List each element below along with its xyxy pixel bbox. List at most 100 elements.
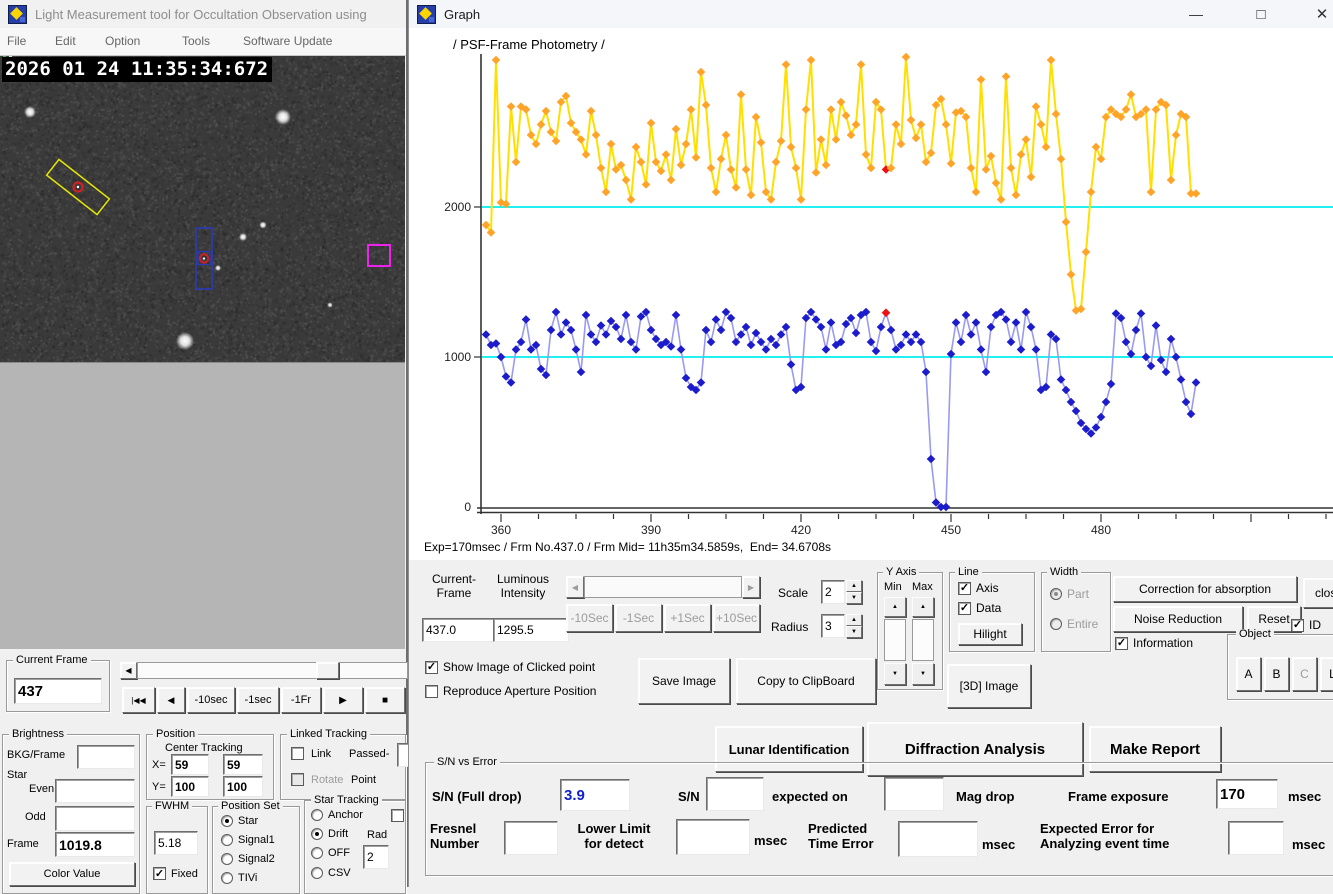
- axis-checkbox[interactable]: ✓: [958, 582, 971, 595]
- scale-up-spinner[interactable]: ▲: [846, 580, 862, 592]
- data-point: [1187, 410, 1196, 419]
- sn-full-drop-input[interactable]: 3.9: [560, 779, 630, 811]
- tracking-radius-input[interactable]: 2: [363, 845, 389, 869]
- ymax-down-spinner[interactable]: ▼: [912, 663, 934, 685]
- menu-item-software-update[interactable]: Software Update: [243, 34, 332, 48]
- x-center-input[interactable]: 59: [171, 754, 209, 775]
- correction-absorption-button[interactable]: Correction for absorption: [1113, 576, 1297, 602]
- frame-brightness-input[interactable]: 1019.8: [55, 832, 135, 857]
- ymin-down-spinner[interactable]: ▼: [884, 663, 906, 685]
- current-frame-input[interactable]: 437: [14, 678, 102, 704]
- graph-scroll-right-button[interactable]: ▶: [742, 576, 760, 598]
- minus-1frame-button[interactable]: -1Fr: [281, 687, 321, 713]
- radio-off[interactable]: [311, 847, 323, 859]
- y-tick-label: 1000: [444, 350, 471, 364]
- noise-reduction-button[interactable]: Noise Reduction: [1113, 606, 1243, 632]
- expected-error-input[interactable]: [1228, 821, 1284, 855]
- play-button[interactable]: ▶: [323, 687, 363, 713]
- fresnel-input[interactable]: [504, 821, 558, 855]
- minus-10sec-button[interactable]: -10sec: [187, 687, 235, 713]
- frame-scrollbar[interactable]: ◀: [120, 662, 408, 679]
- data-point: [1052, 110, 1061, 119]
- bkg-frame-input[interactable]: [77, 745, 135, 769]
- step-back-button[interactable]: ◀: [157, 687, 185, 713]
- copy-clipboard-button[interactable]: Copy to ClipBoard: [736, 658, 876, 704]
- graph-scrollbar-track[interactable]: [584, 576, 742, 598]
- expected-on-input[interactable]: [884, 777, 944, 811]
- plus-1sec-graph-button[interactable]: +1Sec: [664, 604, 711, 632]
- rotate-checkbox[interactable]: [291, 773, 304, 786]
- menu-item-file[interactable]: File: [7, 34, 26, 48]
- scale-input[interactable]: 2: [821, 580, 845, 604]
- part-radio[interactable]: [1050, 588, 1062, 600]
- menu-item-edit[interactable]: Edit: [55, 34, 76, 48]
- scrollbar-left-button[interactable]: ◀: [120, 662, 137, 679]
- skip-start-button[interactable]: |◀◀: [122, 687, 155, 713]
- radius-down-spinner[interactable]: ▼: [846, 626, 862, 638]
- radio-drift[interactable]: [311, 828, 323, 840]
- graph-current-frame-input[interactable]: 437.0: [422, 618, 496, 642]
- id-checkbox[interactable]: ✓: [1291, 619, 1304, 632]
- object-b-button[interactable]: B: [1264, 657, 1289, 691]
- fwhm-input[interactable]: 5.18: [154, 831, 198, 855]
- minimize-button[interactable]: —: [1181, 4, 1211, 24]
- reproduce-aperture-checkbox[interactable]: [425, 685, 438, 698]
- object-c-button[interactable]: C: [1292, 657, 1317, 691]
- star-even-input[interactable]: [55, 779, 135, 803]
- hilight-button[interactable]: Hilight: [958, 623, 1022, 645]
- frame-exposure-input[interactable]: 170: [1216, 779, 1278, 809]
- radio-csv[interactable]: [311, 867, 323, 879]
- fixed-checkbox[interactable]: ✓: [153, 867, 166, 880]
- luminous-intensity-input[interactable]: 1295.5: [493, 618, 569, 642]
- main-titlebar[interactable]: Light Measurement tool for Occultation O…: [0, 0, 406, 28]
- scale-down-spinner[interactable]: ▼: [846, 592, 862, 604]
- star-odd-input[interactable]: [55, 806, 135, 831]
- plus-10sec-graph-button[interactable]: +10Sec: [713, 604, 760, 632]
- sn-input[interactable]: [706, 777, 764, 811]
- data-point: [1067, 398, 1076, 407]
- frame-scrollbar-track[interactable]: [137, 662, 408, 679]
- stop-button[interactable]: ■: [365, 687, 405, 713]
- radio-signal1[interactable]: [221, 834, 233, 846]
- data-point: [912, 134, 921, 143]
- sn-full-drop-label: S/N (Full drop): [432, 789, 522, 804]
- radio-tivi[interactable]: [221, 872, 233, 884]
- frame-scrollbar-thumb[interactable]: [316, 662, 339, 679]
- show-image-checkbox[interactable]: ✓: [425, 661, 438, 674]
- save-image-button[interactable]: Save Image: [638, 658, 730, 704]
- photometry-plot[interactable]: 0 1000 2000 360 390 420 450 480: [409, 28, 1333, 536]
- object-l-button[interactable]: L: [1320, 657, 1333, 691]
- predicted-input[interactable]: [898, 821, 978, 857]
- entire-radio[interactable]: [1050, 618, 1062, 630]
- y-center-input[interactable]: 100: [171, 776, 209, 797]
- anchor-extra-checkbox[interactable]: [391, 809, 404, 822]
- ymax-up-spinner[interactable]: ▲: [912, 597, 934, 617]
- radius-input[interactable]: 3: [821, 614, 845, 638]
- minus-10sec-graph-button[interactable]: -10Sec: [566, 604, 613, 632]
- radio-star[interactable]: [221, 815, 233, 827]
- maximize-button[interactable]: □: [1246, 4, 1276, 24]
- link-checkbox[interactable]: [291, 747, 304, 760]
- y-tracking-input[interactable]: 100: [223, 776, 263, 797]
- minus-1sec-button[interactable]: -1sec: [237, 687, 279, 713]
- graph-scroll-left-button[interactable]: ◀: [566, 576, 584, 598]
- menu-item-option[interactable]: Option: [105, 34, 140, 48]
- background-aperture[interactable]: [368, 245, 390, 266]
- 3d-image-button[interactable]: [3D] Image: [947, 664, 1031, 708]
- graph-scrollbar[interactable]: ◀ ▶: [566, 576, 760, 598]
- ymin-up-spinner[interactable]: ▲: [884, 597, 906, 617]
- information-checkbox[interactable]: ✓: [1115, 637, 1128, 650]
- minus-1sec-graph-button[interactable]: -1Sec: [615, 604, 662, 632]
- video-frame[interactable]: 2026 01 24 11:35:34:672: [0, 56, 405, 362]
- x-tracking-input[interactable]: 59: [223, 754, 263, 775]
- object-a-button[interactable]: A: [1236, 657, 1261, 691]
- menu-item-tools[interactable]: Tools: [182, 34, 210, 48]
- lower-limit-input[interactable]: [676, 819, 750, 855]
- radius-up-spinner[interactable]: ▲: [846, 614, 862, 626]
- color-value-button[interactable]: Color Value: [9, 862, 135, 886]
- close-button[interactable]: close: [1303, 578, 1333, 608]
- radio-anchor[interactable]: [311, 809, 323, 821]
- close-window-button[interactable]: ✕: [1307, 4, 1333, 24]
- data-checkbox[interactable]: ✓: [958, 602, 971, 615]
- radio-signal2[interactable]: [221, 853, 233, 865]
